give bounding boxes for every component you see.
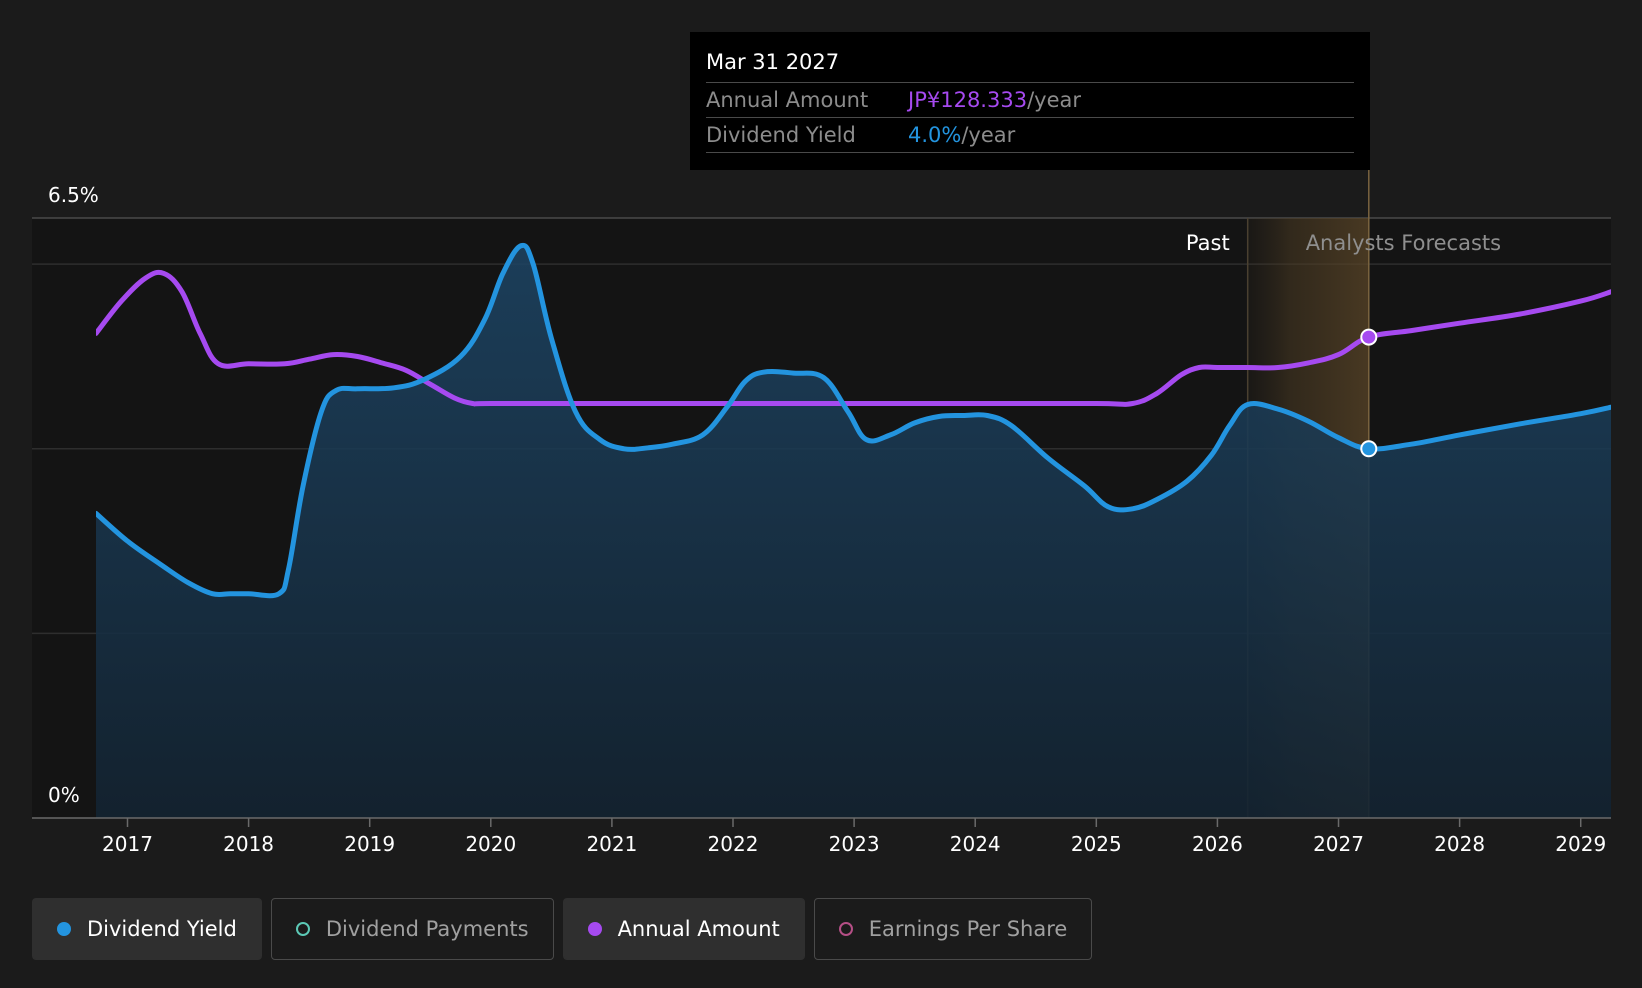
x-tick-label: 2029 — [1555, 832, 1606, 856]
tooltip-annual-amount-unit: /year — [1027, 88, 1081, 112]
x-tick-label: 2023 — [829, 832, 880, 856]
y-axis-bottom-label: 0% — [48, 783, 80, 807]
past-label: Past — [1186, 231, 1230, 255]
annual-amount-dot-icon — [587, 922, 602, 936]
x-tick-label: 2019 — [344, 832, 395, 856]
tooltip-annual-amount-value: JP¥128.333 — [908, 88, 1028, 112]
tooltip-dividend-yield-label: Dividend Yield — [706, 123, 856, 147]
tooltip-annual-amount-label: Annual Amount — [706, 88, 869, 112]
dividend-yield-hover-point — [1360, 440, 1378, 458]
x-tick-label: 2028 — [1434, 832, 1485, 856]
legend-earnings-per-share[interactable]: Earnings Per Share — [813, 898, 1093, 960]
dividend-yield-dot-icon — [57, 922, 71, 936]
x-tick-label: 2026 — [1192, 832, 1243, 856]
tooltip-dividend-yield-value: 4.0% — [908, 123, 962, 147]
legend-dividend-yield-label: Dividend Yield — [87, 917, 237, 941]
x-tick-label: 2017 — [102, 832, 153, 856]
x-tick-label: 2022 — [708, 832, 759, 856]
legend-dividend-payments[interactable]: Dividend Payments — [270, 898, 554, 960]
tooltip-date: Mar 31 2027 — [706, 46, 1354, 83]
x-tick-label: 2021 — [586, 832, 637, 856]
tooltip-annual-amount-row: Annual Amount JP¥128.333 /year — [706, 83, 1354, 118]
legend-dividend-yield[interactable]: Dividend Yield — [32, 898, 262, 960]
legend-annual-amount[interactable]: Annual Amount — [562, 898, 805, 960]
y-axis-top-label: 6.5% — [48, 183, 99, 207]
legend-earnings-per-share-label: Earnings Per Share — [868, 917, 1068, 941]
x-tick-label: 2025 — [1071, 832, 1122, 856]
chart-legend: Dividend Yield Dividend Payments Annual … — [32, 898, 1093, 960]
earnings-per-share-ring-icon — [838, 922, 853, 936]
legend-annual-amount-label: Annual Amount — [617, 917, 780, 941]
x-tick-label: 2018 — [223, 832, 274, 856]
annual-amount-hover-point — [1360, 328, 1378, 346]
analysts-forecasts-label: Analysts Forecasts — [1306, 231, 1501, 255]
x-tick-label: 2027 — [1313, 832, 1364, 856]
tooltip-dividend-yield-row: Dividend Yield 4.0% /year — [706, 118, 1354, 153]
x-axis-ticks: 2017 2018 2019 2020 2021 2022 2023 2024 2025 2026… — [102, 818, 1606, 856]
dividend-payments-ring-icon — [295, 922, 310, 936]
x-tick-label: 2024 — [950, 832, 1001, 856]
legend-dividend-payments-label: Dividend Payments — [325, 917, 529, 941]
tooltip-dividend-yield-unit: /year — [961, 123, 1016, 147]
x-tick-label: 2020 — [465, 832, 516, 856]
hover-tooltip: Mar 31 2027 Annual Amount JP¥128.333 /ye… — [690, 32, 1370, 170]
